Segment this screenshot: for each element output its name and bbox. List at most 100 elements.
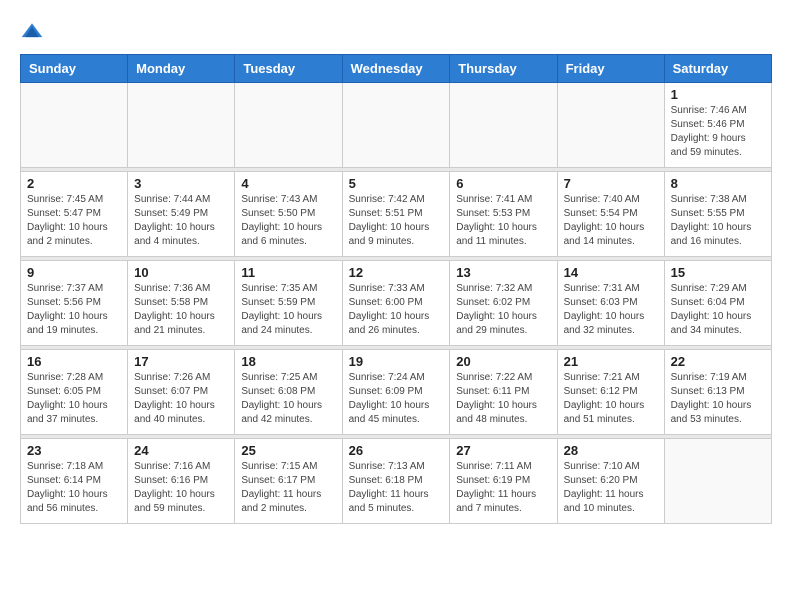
- week-row: 16 Sunrise: 7:28 AM Sunset: 6:05 PM Dayli…: [21, 350, 772, 435]
- day-info: Sunrise: 7:10 AM Sunset: 6:20 PM Dayligh…: [564, 460, 658, 516]
- logo-icon: [20, 20, 44, 44]
- calendar-cell: 10 Sunrise: 7:36 AM Sunset: 5:58 PM Dayli…: [128, 261, 235, 346]
- calendar-cell: 20 Sunrise: 7:22 AM Sunset: 6:11 PM Dayli…: [450, 350, 557, 435]
- day-info: Sunrise: 7:11 AM Sunset: 6:19 PM Dayligh…: [456, 460, 550, 516]
- day-info: Sunrise: 7:24 AM Sunset: 6:09 PM Dayligh…: [349, 371, 444, 427]
- day-info: Sunrise: 7:16 AM Sunset: 6:16 PM Dayligh…: [134, 460, 228, 516]
- calendar-cell: 21 Sunrise: 7:21 AM Sunset: 6:12 PM Dayli…: [557, 350, 664, 435]
- day-info: Sunrise: 7:33 AM Sunset: 6:00 PM Dayligh…: [349, 282, 444, 338]
- day-info: Sunrise: 7:35 AM Sunset: 5:59 PM Dayligh…: [241, 282, 335, 338]
- day-number: 17: [134, 354, 228, 369]
- day-info: Sunrise: 7:31 AM Sunset: 6:03 PM Dayligh…: [564, 282, 658, 338]
- calendar-cell: 1 Sunrise: 7:46 AM Sunset: 5:46 PM Daylig…: [664, 83, 771, 168]
- day-number: 23: [27, 443, 121, 458]
- day-number: 13: [456, 265, 550, 280]
- calendar-cell: [235, 83, 342, 168]
- day-info: Sunrise: 7:43 AM Sunset: 5:50 PM Dayligh…: [241, 193, 335, 249]
- week-row: 2 Sunrise: 7:45 AM Sunset: 5:47 PM Daylig…: [21, 172, 772, 257]
- day-info: Sunrise: 7:19 AM Sunset: 6:13 PM Dayligh…: [671, 371, 765, 427]
- day-number: 11: [241, 265, 335, 280]
- calendar-cell: 23 Sunrise: 7:18 AM Sunset: 6:14 PM Dayli…: [21, 439, 128, 524]
- calendar-cell: 16 Sunrise: 7:28 AM Sunset: 6:05 PM Dayli…: [21, 350, 128, 435]
- calendar-cell: 8 Sunrise: 7:38 AM Sunset: 5:55 PM Daylig…: [664, 172, 771, 257]
- calendar-cell: [557, 83, 664, 168]
- calendar-cell: 13 Sunrise: 7:32 AM Sunset: 6:02 PM Dayli…: [450, 261, 557, 346]
- weekday-header: Wednesday: [342, 55, 450, 83]
- calendar-cell: 17 Sunrise: 7:26 AM Sunset: 6:07 PM Dayli…: [128, 350, 235, 435]
- calendar-cell: 12 Sunrise: 7:33 AM Sunset: 6:00 PM Dayli…: [342, 261, 450, 346]
- calendar-cell: 19 Sunrise: 7:24 AM Sunset: 6:09 PM Dayli…: [342, 350, 450, 435]
- calendar-cell: 24Sunrise: 7:16 AM Sunset: 6:16 PM Dayli…: [128, 439, 235, 524]
- day-info: Sunrise: 7:18 AM Sunset: 6:14 PM Dayligh…: [27, 460, 121, 516]
- calendar-cell: [342, 83, 450, 168]
- day-info: Sunrise: 7:26 AM Sunset: 6:07 PM Dayligh…: [134, 371, 228, 427]
- day-info: Sunrise: 7:36 AM Sunset: 5:58 PM Dayligh…: [134, 282, 228, 338]
- day-info: Sunrise: 7:13 AM Sunset: 6:18 PM Dayligh…: [349, 460, 444, 516]
- day-info: Sunrise: 7:38 AM Sunset: 5:55 PM Dayligh…: [671, 193, 765, 249]
- day-info: Sunrise: 7:45 AM Sunset: 5:47 PM Dayligh…: [27, 193, 121, 249]
- calendar-cell: 28 Sunrise: 7:10 AM Sunset: 6:20 PM Dayli…: [557, 439, 664, 524]
- week-row: 9Sunrise: 7:37 AM Sunset: 5:56 PM Daylig…: [21, 261, 772, 346]
- day-number: 5: [349, 176, 444, 191]
- day-number: 2: [27, 176, 121, 191]
- page-header: [20, 20, 772, 44]
- day-number: 21: [564, 354, 658, 369]
- day-number: 16: [27, 354, 121, 369]
- day-info: Sunrise: 7:42 AM Sunset: 5:51 PM Dayligh…: [349, 193, 444, 249]
- weekday-header: Saturday: [664, 55, 771, 83]
- day-info: Sunrise: 7:21 AM Sunset: 6:12 PM Dayligh…: [564, 371, 658, 427]
- day-number: 15: [671, 265, 765, 280]
- day-info: Sunrise: 7:28 AM Sunset: 6:05 PM Dayligh…: [27, 371, 121, 427]
- calendar-cell: 22 Sunrise: 7:19 AM Sunset: 6:13 PM Dayli…: [664, 350, 771, 435]
- day-number: 3: [134, 176, 228, 191]
- day-info: Sunrise: 7:40 AM Sunset: 5:54 PM Dayligh…: [564, 193, 658, 249]
- calendar-cell: 27 Sunrise: 7:11 AM Sunset: 6:19 PM Dayli…: [450, 439, 557, 524]
- day-number: 1: [671, 87, 765, 102]
- calendar-cell: 3 Sunrise: 7:44 AM Sunset: 5:49 PM Daylig…: [128, 172, 235, 257]
- weekday-header: Friday: [557, 55, 664, 83]
- calendar-cell: [128, 83, 235, 168]
- day-number: 7: [564, 176, 658, 191]
- weekday-header: Sunday: [21, 55, 128, 83]
- calendar-cell: 4 Sunrise: 7:43 AM Sunset: 5:50 PM Daylig…: [235, 172, 342, 257]
- calendar-table: SundayMondayTuesdayWednesdayThursdayFrid…: [20, 54, 772, 524]
- day-number: 19: [349, 354, 444, 369]
- day-number: 18: [241, 354, 335, 369]
- calendar-cell: 26 Sunrise: 7:13 AM Sunset: 6:18 PM Dayli…: [342, 439, 450, 524]
- day-number: 20: [456, 354, 550, 369]
- day-info: Sunrise: 7:44 AM Sunset: 5:49 PM Dayligh…: [134, 193, 228, 249]
- day-info: Sunrise: 7:32 AM Sunset: 6:02 PM Dayligh…: [456, 282, 550, 338]
- day-info: Sunrise: 7:22 AM Sunset: 6:11 PM Dayligh…: [456, 371, 550, 427]
- weekday-header: Thursday: [450, 55, 557, 83]
- day-info: Sunrise: 7:25 AM Sunset: 6:08 PM Dayligh…: [241, 371, 335, 427]
- day-number: 22: [671, 354, 765, 369]
- day-number: 6: [456, 176, 550, 191]
- day-number: 12: [349, 265, 444, 280]
- calendar-cell: 25Sunrise: 7:15 AM Sunset: 6:17 PM Dayli…: [235, 439, 342, 524]
- weekday-header: Tuesday: [235, 55, 342, 83]
- calendar-cell: 9Sunrise: 7:37 AM Sunset: 5:56 PM Daylig…: [21, 261, 128, 346]
- calendar-cell: 7 Sunrise: 7:40 AM Sunset: 5:54 PM Daylig…: [557, 172, 664, 257]
- day-info: Sunrise: 7:29 AM Sunset: 6:04 PM Dayligh…: [671, 282, 765, 338]
- day-number: 10: [134, 265, 228, 280]
- day-number: 4: [241, 176, 335, 191]
- weekday-header: Monday: [128, 55, 235, 83]
- day-info: Sunrise: 7:41 AM Sunset: 5:53 PM Dayligh…: [456, 193, 550, 249]
- calendar-cell: [664, 439, 771, 524]
- day-number: 25: [241, 443, 335, 458]
- logo: [20, 20, 48, 44]
- day-number: 27: [456, 443, 550, 458]
- day-number: 26: [349, 443, 444, 458]
- calendar-cell: [21, 83, 128, 168]
- day-info: Sunrise: 7:46 AM Sunset: 5:46 PM Dayligh…: [671, 104, 765, 160]
- calendar-cell: 6 Sunrise: 7:41 AM Sunset: 5:53 PM Daylig…: [450, 172, 557, 257]
- calendar-cell: 5 Sunrise: 7:42 AM Sunset: 5:51 PM Daylig…: [342, 172, 450, 257]
- calendar-cell: 18 Sunrise: 7:25 AM Sunset: 6:08 PM Dayli…: [235, 350, 342, 435]
- week-row: 1 Sunrise: 7:46 AM Sunset: 5:46 PM Daylig…: [21, 83, 772, 168]
- day-number: 14: [564, 265, 658, 280]
- calendar-cell: 2 Sunrise: 7:45 AM Sunset: 5:47 PM Daylig…: [21, 172, 128, 257]
- day-number: 9: [27, 265, 121, 280]
- calendar-cell: 11 Sunrise: 7:35 AM Sunset: 5:59 PM Dayli…: [235, 261, 342, 346]
- day-number: 8: [671, 176, 765, 191]
- day-number: 28: [564, 443, 658, 458]
